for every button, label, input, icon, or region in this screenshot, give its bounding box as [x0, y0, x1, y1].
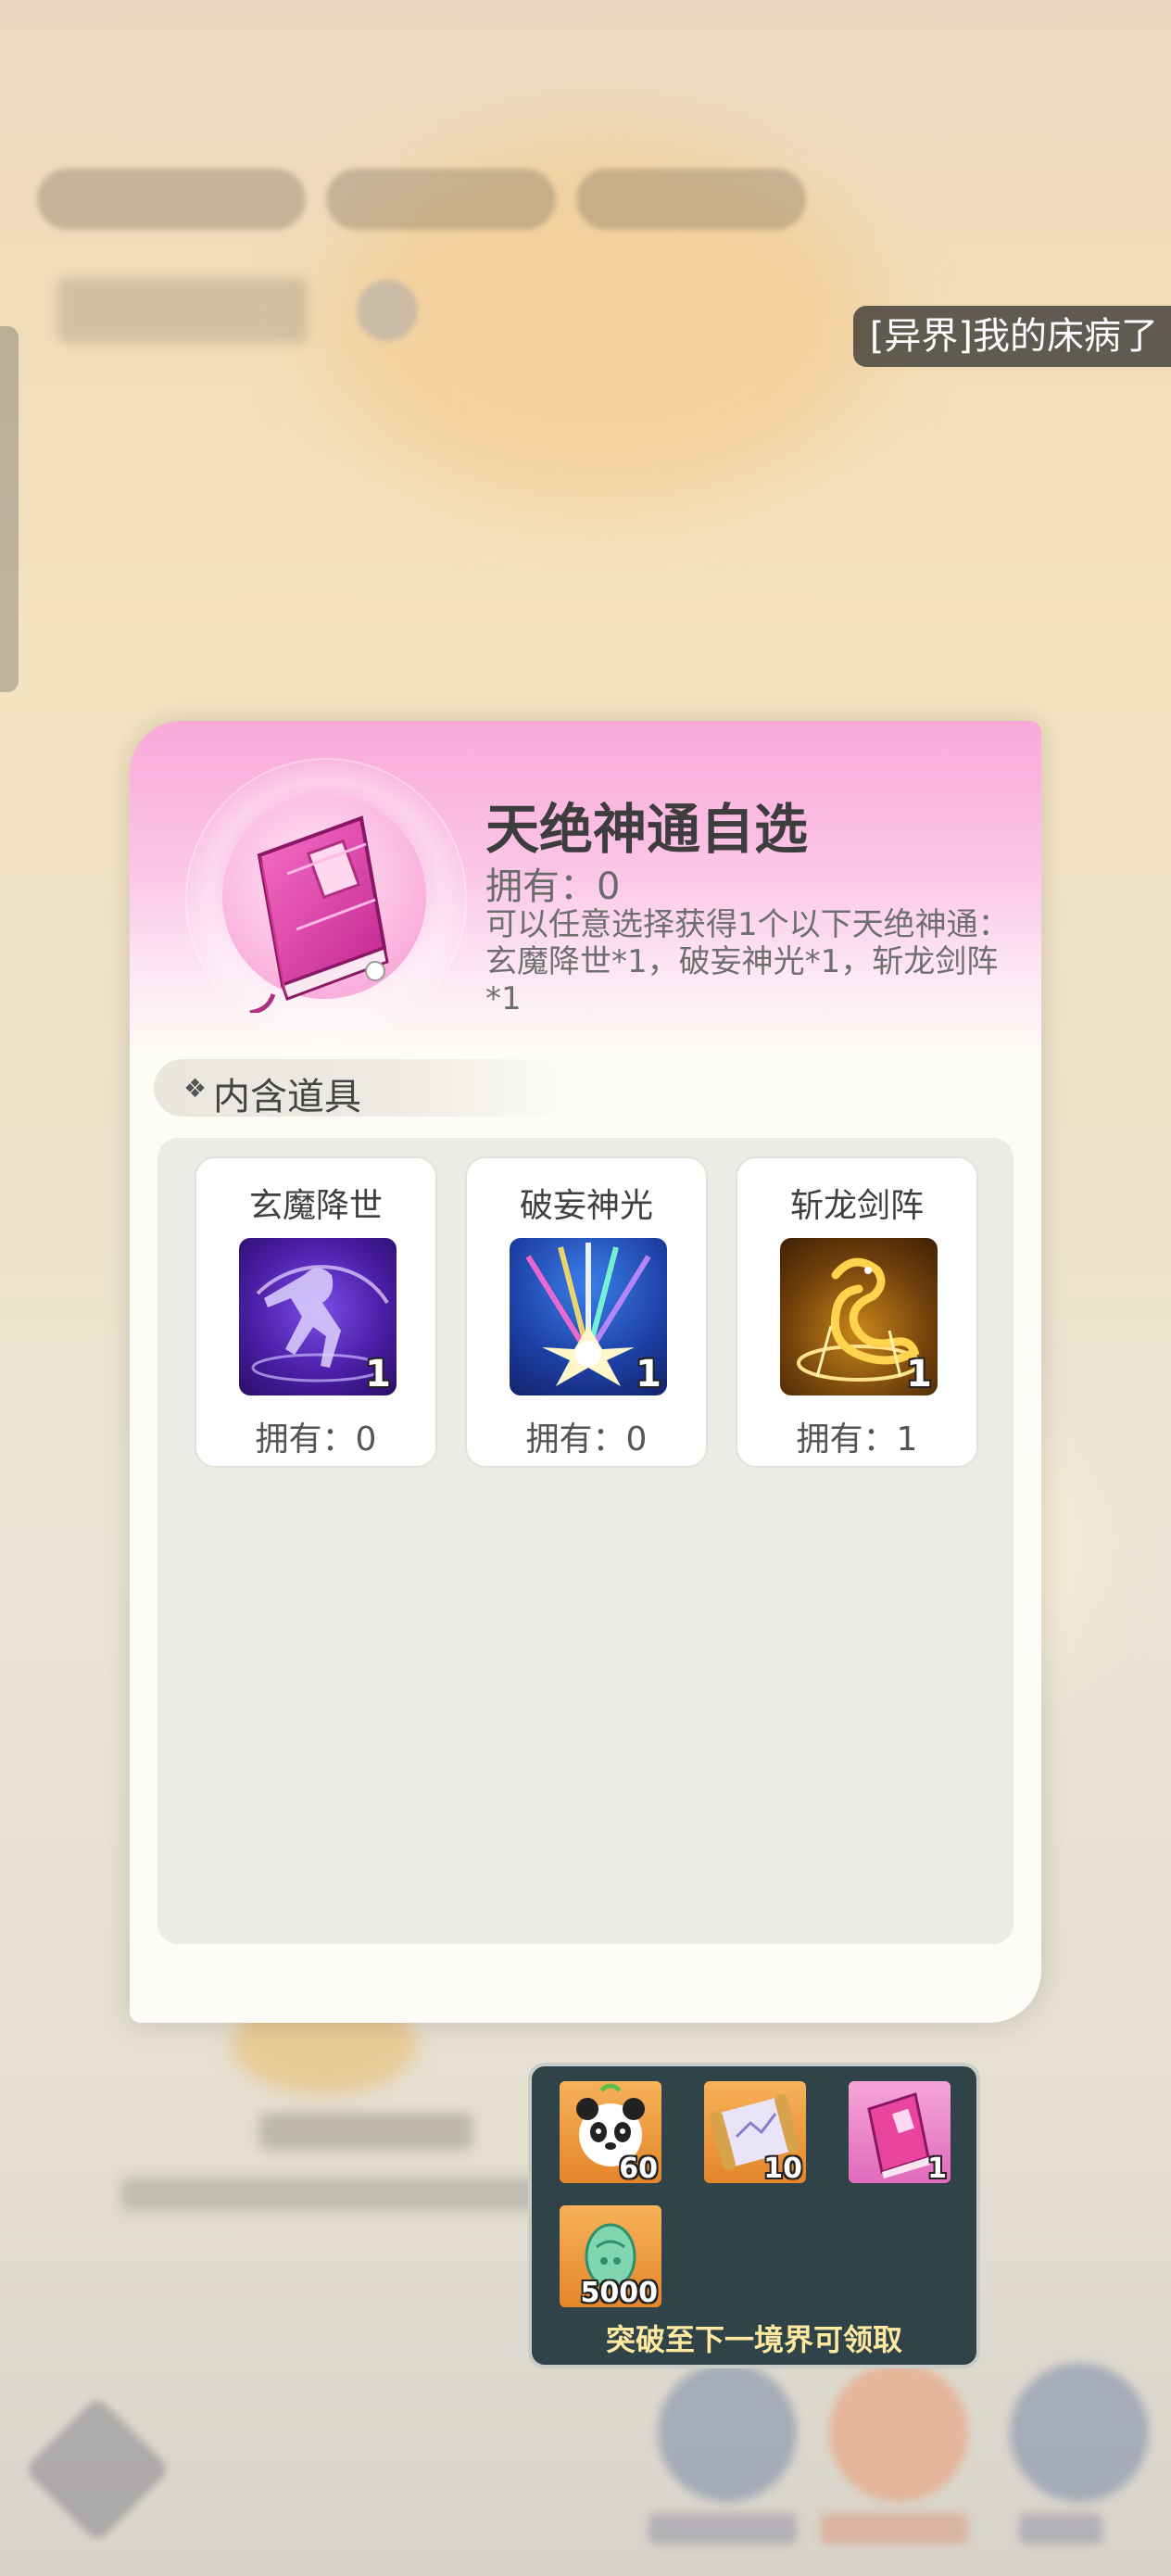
contained-item-owned: 拥有：1: [796, 1421, 918, 1458]
contained-item-card[interactable]: 玄魔降世 1 拥有：0: [195, 1156, 437, 1468]
golden-dragon-icon: 1: [780, 1238, 938, 1395]
contained-item-owned: 拥有：0: [525, 1421, 648, 1458]
background-text-blurred: [120, 2178, 584, 2211]
contained-item-name: 玄魔降世: [248, 1187, 383, 1225]
reward-item[interactable]: 10: [704, 2081, 806, 2183]
world-chat-notice[interactable]: [异界]我的床病了: [852, 306, 1171, 367]
section-label: 内含道具: [213, 1076, 361, 1118]
reward-quantity: 60: [619, 2153, 658, 2183]
divine-light-burst-icon: 1: [510, 1238, 667, 1395]
item-quantity: 1: [636, 1353, 661, 1395]
background-title-blurred: [57, 278, 308, 343]
shadow-demon-icon: 1: [239, 1238, 397, 1395]
settings-icon-blurred: [23, 2395, 171, 2544]
resource-pill-blurred: [326, 169, 556, 230]
reward-item[interactable]: 60: [560, 2081, 661, 2183]
reward-item[interactable]: 1: [849, 2081, 951, 2183]
pink-book-icon: [249, 815, 389, 1013]
nav-label-blurred: [820, 2513, 968, 2544]
contained-item-card[interactable]: 斩龙剑阵 1 拥有：1: [736, 1156, 978, 1468]
section-header-contents: ❖ 内含道具: [154, 1059, 571, 1118]
item-owned-count: 拥有：0: [485, 865, 621, 908]
item-detail-dialog: 天绝神通自选 拥有：0 可以任意选择获得1个以下天绝神通：玄魔降世*1，破妄神光…: [130, 721, 1041, 2023]
item-title: 天绝神通自选: [485, 798, 809, 861]
item-quantity: 1: [906, 1353, 932, 1395]
contained-item-name: 斩龙剑阵: [789, 1187, 924, 1225]
nav-label-blurred: [1019, 2513, 1102, 2544]
contents-grid: 玄魔降世 1 拥有：0 破妄神光 1 拥有：0 斩龙剑阵 1 拥有：1: [157, 1138, 1014, 1944]
reward-caption: 突破至下一境界可领取: [605, 2322, 902, 2357]
notice-text: [异界]我的床病了: [869, 315, 1158, 358]
contained-item-card[interactable]: 破妄神光 1 拥有：0: [465, 1156, 708, 1468]
diamond-bullet-icon: ❖: [183, 1073, 208, 1104]
reward-item[interactable]: 5000: [560, 2205, 661, 2307]
help-icon-blurred: [357, 280, 418, 341]
contained-item-owned: 拥有：0: [255, 1421, 377, 1458]
side-drawer-tab[interactable]: [0, 326, 19, 692]
background-text-blurred: [259, 2113, 472, 2150]
nav-icon-blurred: [1010, 2363, 1149, 2502]
nav-label-blurred: [648, 2513, 797, 2544]
item-quantity: 1: [365, 1353, 391, 1395]
resource-pill-blurred: [37, 169, 306, 230]
reward-quantity: 1: [927, 2153, 947, 2183]
item-description: 可以任意选择获得1个以下天绝神通：玄魔降世*1，破妄神光*1，斩龙剑阵*1: [485, 906, 1010, 1017]
nav-icon-blurred: [829, 2363, 968, 2502]
nav-icon-blurred: [658, 2363, 797, 2502]
reward-quantity: 10: [763, 2153, 802, 2183]
reward-quantity: 5000: [580, 2277, 659, 2307]
resource-pill-blurred: [576, 169, 806, 230]
breakthrough-reward-panel: 60 10 1 5000 突破至下一境界可领取: [528, 2063, 980, 2368]
contained-item-name: 破妄神光: [519, 1187, 653, 1225]
